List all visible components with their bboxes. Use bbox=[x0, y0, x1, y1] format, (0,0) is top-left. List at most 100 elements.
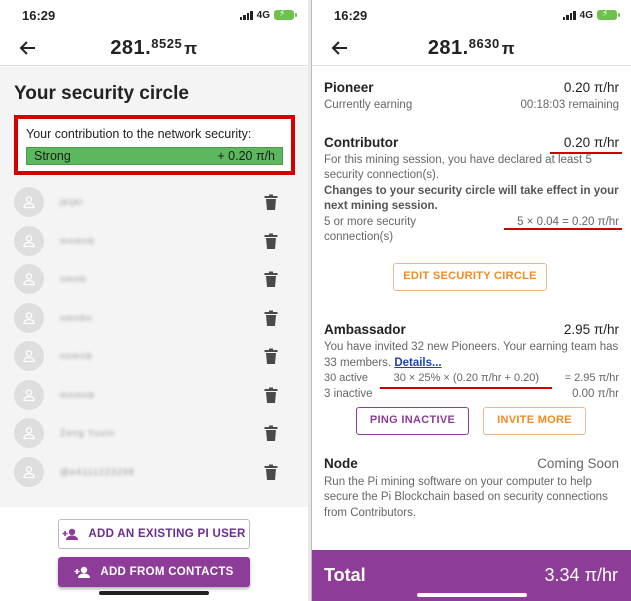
contribution-label: Your contribution to the network securit… bbox=[26, 127, 252, 141]
invite-more-button[interactable]: INVITE MORE bbox=[483, 407, 586, 435]
avatar bbox=[14, 187, 44, 218]
signal-icon bbox=[562, 10, 576, 20]
inactive-label: 3 inactive bbox=[324, 387, 373, 400]
back-arrow-icon[interactable] bbox=[18, 38, 38, 58]
avatar bbox=[14, 379, 44, 410]
bottom-actions: ADD AN EXISTING PI USER ADD FROM CONTACT… bbox=[0, 507, 308, 601]
app-header: 281.8525 π bbox=[0, 30, 308, 66]
user-icon bbox=[23, 427, 35, 440]
contributor-note: Changes to your security circle will tak… bbox=[324, 184, 619, 213]
user-icon bbox=[23, 466, 35, 478]
status-indicators: 4G ⚡ bbox=[562, 8, 620, 21]
ambassador-title: Ambassador bbox=[324, 321, 406, 337]
add-existing-label: ADD AN EXISTING PI USER bbox=[88, 528, 246, 540]
trash-icon[interactable] bbox=[263, 464, 279, 481]
member-row: jkljkl bbox=[0, 183, 308, 222]
add-user-icon bbox=[62, 528, 79, 540]
node-description: Run the Pi mining software on your compu… bbox=[324, 475, 608, 519]
member-name: @e4111223298 bbox=[60, 466, 135, 477]
ambassador-description: You have invited 32 new Pioneers. Your e… bbox=[324, 340, 619, 371]
ping-inactive-button[interactable]: PING INACTIVE bbox=[356, 407, 469, 435]
user-icon bbox=[23, 312, 35, 324]
total-rate: 3.34 π/hr bbox=[544, 565, 618, 585]
trash-icon[interactable] bbox=[263, 387, 279, 404]
strength-rate: + 0.20 π/h bbox=[217, 149, 275, 163]
contributor-description: For this mining session, you have declar… bbox=[324, 153, 592, 182]
home-indicator bbox=[417, 593, 527, 597]
highlight-underline bbox=[380, 386, 552, 389]
avatar bbox=[14, 302, 44, 333]
page-title: Your security circle bbox=[14, 83, 189, 104]
member-name: mnmnb bbox=[60, 235, 96, 246]
active-label: 30 active bbox=[324, 372, 369, 384]
member-name: Zeng Yuxin bbox=[60, 428, 115, 439]
contributor-rate: 0.20 π/hr bbox=[563, 135, 619, 150]
status-time: 16:29 bbox=[334, 7, 368, 23]
pi-balance: 281.8630 π bbox=[312, 36, 631, 60]
avatar bbox=[14, 225, 44, 256]
balance-decimals: 8630 bbox=[468, 35, 500, 51]
member-row: mnmnb bbox=[0, 376, 308, 415]
edit-security-circle-button[interactable]: EDIT SECURITY CIRCLE bbox=[393, 263, 547, 291]
avatar bbox=[14, 341, 44, 372]
pioneer-subtitle: Currently earning bbox=[324, 98, 413, 111]
security-circle-list[interactable]: Your security circle Your contribution t… bbox=[0, 67, 308, 507]
network-type: 4G bbox=[579, 9, 593, 21]
member-row: @e4111223298 bbox=[0, 453, 308, 492]
trash-icon[interactable] bbox=[263, 425, 279, 442]
add-existing-user-button[interactable]: ADD AN EXISTING PI USER bbox=[58, 519, 250, 549]
trash-icon[interactable] bbox=[263, 310, 279, 327]
highlight-underline bbox=[550, 152, 622, 154]
user-icon bbox=[23, 196, 35, 209]
status-bar: 16:29 4G ⚡ bbox=[312, 0, 631, 30]
node-status: Coming Soon bbox=[537, 456, 619, 471]
status-indicators: 4G ⚡ bbox=[239, 8, 297, 21]
user-icon bbox=[23, 350, 35, 363]
contributor-requirement: 5 or more security connection(s) bbox=[324, 215, 417, 244]
signal-icon bbox=[239, 10, 253, 20]
contribution-box: Your contribution to the network securit… bbox=[14, 115, 295, 175]
mining-breakdown[interactable]: Pioneer 0.20 π/hr Currently earning 00:1… bbox=[312, 67, 631, 550]
member-name: mnmnb bbox=[60, 389, 96, 400]
network-type: 4G bbox=[256, 9, 270, 21]
member-list: jkljkl mnmnb nmnb nmnbn nnmnb mnmnb Zeng Yuxin… bbox=[0, 183, 308, 491]
home-indicator bbox=[99, 591, 209, 595]
back-arrow-icon[interactable] bbox=[330, 38, 350, 58]
member-name: jkljkl bbox=[60, 197, 83, 208]
add-from-contacts-button[interactable]: ADD FROM CONTACTS bbox=[58, 557, 250, 587]
mining-rate-screen: 16:29 4G ⚡ 281.8630 π Pioneer 0.20 π/hr C… bbox=[311, 0, 631, 601]
strength-bar: Strong + 0.20 π/h bbox=[26, 147, 283, 165]
inactive-value: 0.00 π/hr bbox=[572, 387, 619, 400]
member-name: nnmnb bbox=[60, 351, 93, 362]
session-remaining: 00:18:03 remaining bbox=[520, 98, 619, 111]
avatar bbox=[14, 418, 44, 449]
pioneer-section: Pioneer 0.20 π/hr Currently earning 00:1… bbox=[324, 67, 619, 113]
member-name: nmnb bbox=[60, 274, 87, 285]
trash-icon[interactable] bbox=[263, 348, 279, 365]
security-circle-screen: 16:29 4G ⚡ 281.8525 π Your security circl… bbox=[0, 0, 308, 601]
trash-icon[interactable] bbox=[263, 271, 279, 288]
trash-icon[interactable] bbox=[263, 233, 279, 250]
total-label: Total bbox=[324, 565, 366, 585]
user-icon bbox=[23, 389, 35, 401]
user-icon bbox=[23, 273, 35, 286]
contributor-section: Contributor 0.20 π/hr For this mining se… bbox=[324, 135, 622, 246]
user-icon bbox=[23, 235, 35, 247]
avatar bbox=[14, 456, 44, 487]
app-header: 281.8630 π bbox=[312, 30, 631, 66]
balance-decimals: 8525 bbox=[151, 35, 183, 51]
contributor-title: Contributor bbox=[324, 135, 399, 150]
member-name: nmnbn bbox=[60, 312, 93, 323]
member-row: nmnb bbox=[0, 260, 308, 299]
strength-label: Strong bbox=[34, 149, 71, 163]
trash-icon[interactable] bbox=[263, 194, 279, 211]
status-bar: 16:29 4G ⚡ bbox=[0, 0, 308, 30]
total-bar: Total 3.34 π/hr bbox=[312, 550, 631, 601]
node-title: Node bbox=[324, 456, 358, 471]
pi-symbol: π bbox=[501, 38, 516, 58]
pi-symbol: π bbox=[184, 38, 198, 58]
details-link[interactable]: Details... bbox=[394, 357, 441, 369]
balance-main: 281. bbox=[427, 36, 469, 59]
member-row: Zeng Yuxin bbox=[0, 414, 308, 453]
status-time: 16:29 bbox=[22, 7, 56, 23]
